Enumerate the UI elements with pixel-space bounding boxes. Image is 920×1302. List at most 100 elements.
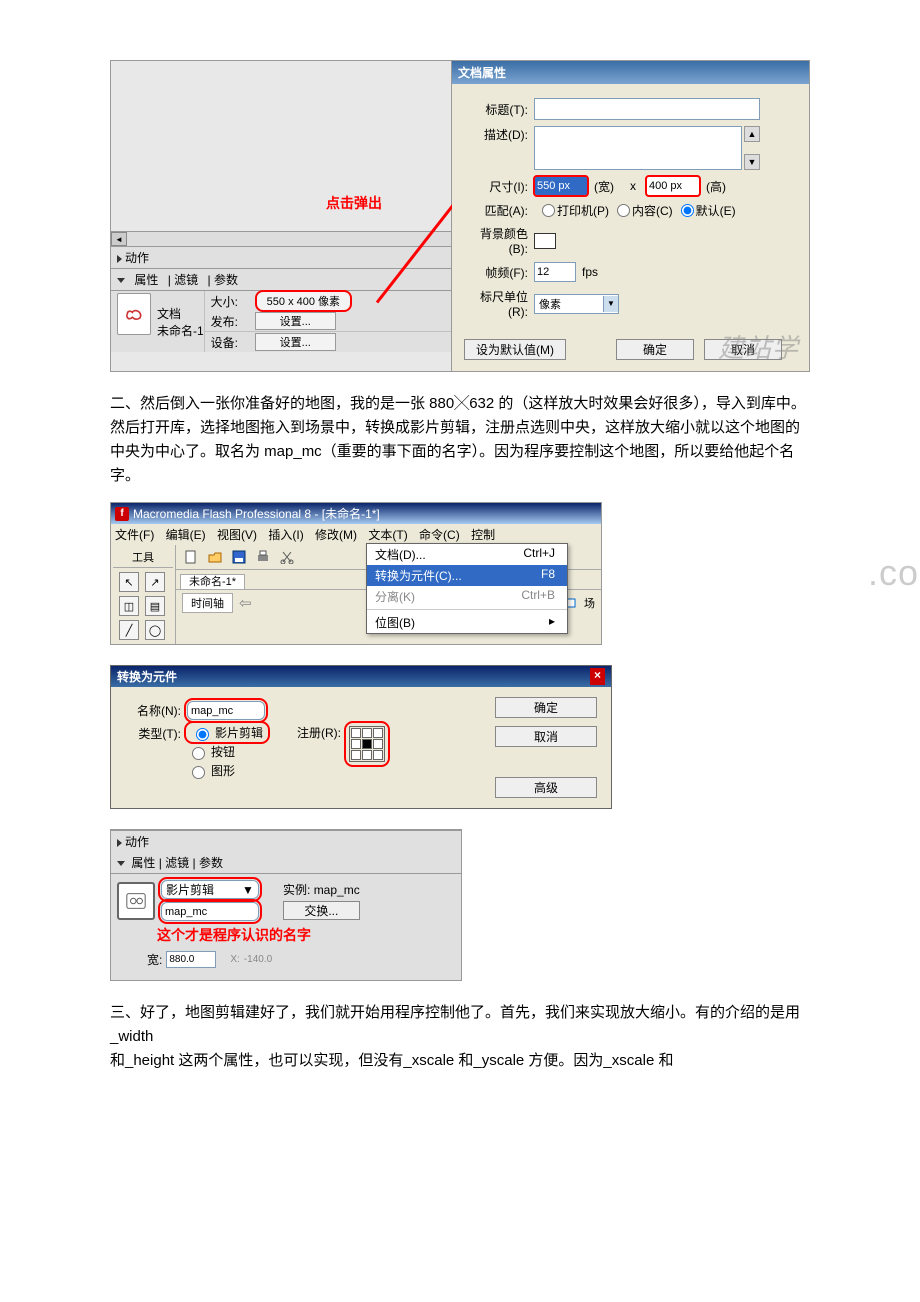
reg-center-icon (362, 739, 372, 749)
menu-bitmap[interactable]: 位图(B)▸ (367, 612, 567, 633)
swap-button[interactable]: 交换... (283, 901, 360, 920)
scene-label: 场 (584, 595, 595, 611)
device-label: 设备: (211, 334, 255, 351)
back-icon[interactable]: ⇦ (239, 594, 252, 612)
type-button-label: 按钮 (211, 743, 235, 760)
click-popup-label: 点击弹出 (326, 193, 382, 213)
menu-view[interactable]: 视图(V) (217, 528, 257, 542)
cut-icon[interactable] (278, 548, 296, 566)
menu-convert-symbol[interactable]: 转换为元件(C)...F8 (367, 565, 567, 586)
tab-params[interactable]: 参数 (214, 273, 238, 287)
type-movieclip-radio[interactable] (196, 728, 209, 741)
scroll-left-icon[interactable]: ◄ (111, 232, 127, 246)
registration-grid[interactable] (349, 726, 385, 762)
subselect-tool-icon[interactable]: ↗ (145, 572, 165, 592)
match-printer-radio[interactable] (542, 204, 555, 217)
instance-label: 实例: (283, 883, 310, 897)
match-printer-label: 打印机(P) (557, 202, 609, 219)
tab-filters-2[interactable]: 滤镜 (165, 856, 189, 870)
gradient-tool-icon[interactable]: ▤ (145, 596, 165, 616)
match-default-radio[interactable] (681, 204, 694, 217)
desc-label: 描述(D): (464, 126, 528, 143)
name-label: 名称(N): (125, 701, 181, 719)
flash-logo-icon: f (115, 507, 129, 521)
publish-settings-button[interactable]: 设置... (255, 312, 336, 330)
doc-label: 文档 (157, 305, 204, 322)
open-icon[interactable] (206, 548, 224, 566)
type-graphic-radio[interactable] (192, 766, 205, 779)
menu-control[interactable]: 控制 (471, 528, 495, 542)
chevron-down-icon: ▼ (242, 883, 254, 897)
figure-convert-symbol-dialog: 转换为元件 × 名称(N): 类型(T): 影片剪辑 按钮 图形 注册(R): (110, 665, 612, 809)
cancel-button[interactable]: 取消 (704, 339, 782, 360)
publish-label: 发布: (211, 313, 255, 330)
type-button-radio[interactable] (192, 747, 205, 760)
menu-cmd[interactable]: 命令(C) (419, 528, 460, 542)
actions-panel-header[interactable]: 动作 (111, 246, 451, 268)
convert-ok-button[interactable]: 确定 (495, 697, 597, 718)
dim-label: 尺寸(I): (464, 178, 528, 195)
actions-label: 动作 (125, 251, 149, 265)
scroll-down-icon[interactable]: ▼ (744, 154, 760, 170)
new-icon[interactable] (182, 548, 200, 566)
ok-button[interactable]: 确定 (616, 339, 694, 360)
menu-text[interactable]: 文本(T) (368, 528, 407, 542)
menu-insert[interactable]: 插入(I) (268, 528, 303, 542)
menu-file[interactable]: 文件(F) (115, 528, 154, 542)
fps-unit: fps (582, 265, 598, 279)
fps-label: 帧频(F): (464, 264, 528, 281)
menu-break[interactable]: 分离(K)Ctrl+B (367, 586, 567, 607)
print-icon[interactable] (254, 548, 272, 566)
scroll-up-icon[interactable]: ▲ (744, 126, 760, 142)
width-input[interactable] (534, 176, 588, 196)
set-default-button[interactable]: 设为默认值(M) (464, 339, 566, 360)
document-tab[interactable]: 未命名-1* (180, 574, 245, 589)
scrollbar-horizontal[interactable]: ◄ (111, 231, 451, 246)
save-icon[interactable] (230, 548, 248, 566)
symbol-name-input[interactable] (187, 701, 265, 720)
size-button[interactable]: 550 x 400 像素 (255, 290, 352, 312)
width-value-input[interactable] (166, 951, 216, 968)
convert-dialog-title: 转换为元件 × (111, 666, 611, 687)
title-input[interactable] (534, 98, 760, 120)
device-settings-button[interactable]: 设置... (255, 333, 336, 351)
tab-properties-2[interactable]: 属性 (131, 856, 155, 870)
height-input[interactable] (646, 176, 700, 196)
instance-name-input[interactable] (161, 902, 259, 921)
menu-edit[interactable]: 编辑(E) (166, 528, 206, 542)
match-label: 匹配(A): (464, 202, 528, 219)
stage-panel: ◄ 动作 属性 | 滤镜 | 参数 文档 未命名-1 (111, 61, 452, 371)
menu-modify[interactable]: 修改(M) (315, 528, 357, 542)
x-label: X: (230, 954, 239, 965)
desc-textarea[interactable] (534, 126, 742, 170)
tab-params-2[interactable]: 参数 (199, 856, 223, 870)
width-unit: (宽) (594, 178, 614, 195)
paragraph-2: 二、然后倒入一张你准备好的地图，我的是一张 880╳632 的（这样放大时效果会… (110, 392, 810, 488)
lasso-tool-icon[interactable]: ◯ (145, 620, 165, 640)
doc-name: 未命名-1 (157, 322, 204, 339)
match-content-radio[interactable] (617, 204, 630, 217)
actions-panel-header-2[interactable]: 动作 (111, 830, 461, 852)
convert-advanced-button[interactable]: 高级 (495, 777, 597, 798)
ide-titlebar: f Macromedia Flash Professional 8 - [未命名… (111, 503, 601, 524)
width-label: 宽: (147, 951, 162, 968)
type-label: 类型(T): (125, 724, 181, 742)
selection-tool-icon[interactable]: ↖ (119, 572, 139, 592)
tab-filters[interactable]: 滤镜 (174, 273, 198, 287)
ruler-select[interactable]: 像素▼ (534, 294, 619, 314)
bgcolor-swatch[interactable] (534, 233, 556, 249)
tab-properties[interactable]: 属性 (134, 273, 158, 287)
fps-input[interactable] (534, 262, 576, 282)
convert-cancel-button[interactable]: 取消 (495, 726, 597, 747)
line-tool-icon[interactable]: ╱ (119, 620, 139, 640)
timeline-label[interactable]: 时间轴 (182, 593, 233, 613)
close-icon[interactable]: × (590, 668, 605, 685)
movieclip-icon (117, 882, 155, 920)
symbol-type-select[interactable]: 影片剪辑▼ (161, 880, 259, 899)
x-value: -140.0 (244, 954, 272, 965)
reg-label: 注册(R): (297, 724, 341, 741)
tools-panel: 工具 ↖ ↗ ◫ ▤ ╱ ◯ (111, 545, 176, 644)
free-transform-tool-icon[interactable]: ◫ (119, 596, 139, 616)
height-unit: (高) (706, 178, 726, 195)
menu-document[interactable]: 文档(D)...Ctrl+J (367, 544, 567, 565)
